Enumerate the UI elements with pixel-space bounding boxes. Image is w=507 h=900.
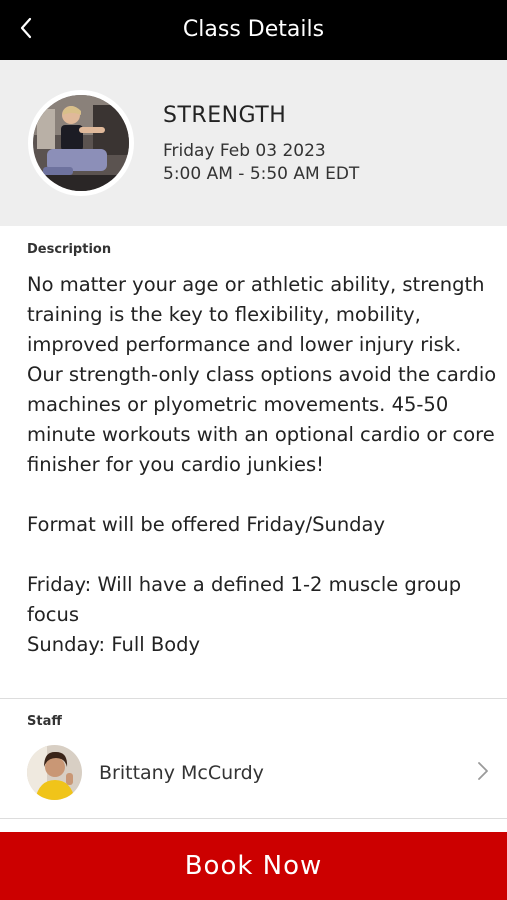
description-paragraph: Format will be offered Friday/Sunday (27, 513, 386, 536)
divider (0, 818, 507, 819)
divider (0, 698, 507, 699)
page-title: Class Details (182, 17, 325, 42)
class-image (28, 90, 134, 196)
description-paragraph: Sunday: Full Body (27, 633, 201, 656)
staff-label: Staff (27, 714, 62, 729)
class-date: Friday Feb 03 2023 (163, 141, 326, 161)
description-paragraph: Friday: Will have a defined 1-2 muscle g… (27, 573, 462, 626)
staff-name: Brittany McCurdy (99, 762, 264, 784)
book-now-button[interactable]: Book Now (0, 832, 507, 900)
description-paragraph: No matter your age or athletic ability, … (27, 273, 497, 476)
class-name: STRENGTH (163, 103, 287, 128)
class-time: 5:00 AM - 5:50 AM EDT (163, 164, 360, 184)
description-label: Description (27, 242, 112, 257)
chevron-right-icon (478, 762, 488, 780)
staff-item[interactable]: Brittany McCurdy (0, 740, 507, 808)
top-app-bar: Class Details (0, 0, 507, 60)
description-text: No matter your age or athletic ability, … (27, 270, 497, 660)
class-summary: STRENGTH Friday Feb 03 2023 5:00 AM - 5:… (0, 60, 507, 226)
avatar (27, 745, 82, 800)
